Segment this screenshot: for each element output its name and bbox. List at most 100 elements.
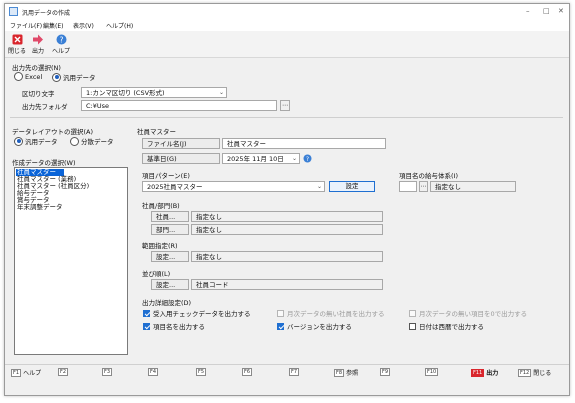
fkey-label: 参照 (346, 370, 359, 377)
fkey-label: ヘルプ (23, 370, 42, 377)
menu-view[interactable]: 表示(V) (73, 21, 94, 30)
folder-browse-button[interactable]: ⋯ (280, 100, 290, 111)
menu-edit[interactable]: 編集(E) (43, 21, 63, 30)
item-pattern-select[interactable]: 2025社員マスター ⌄ (142, 181, 325, 192)
checkbox[interactable] (277, 309, 284, 317)
help-tool-button[interactable]: ? ヘルプ (52, 34, 70, 55)
option-label: 月次データの無い社員を出力する (287, 310, 385, 318)
fkey-f1[interactable]: F1 ヘルプ (11, 368, 41, 377)
close-tool-button[interactable]: 閉じる (8, 34, 26, 55)
option-no-monthly-employee[interactable]: 月次データの無い社員を出力する (277, 308, 385, 318)
checkbox[interactable] (409, 309, 416, 317)
radio-layout-generic-label: 汎用データ (25, 138, 58, 146)
radio-generic[interactable]: 汎用データ (52, 72, 96, 82)
item-name-label: 項目名の給与体系(I) (399, 172, 458, 180)
fkey-f3[interactable]: F3 (102, 368, 113, 376)
delimiter-label: 区切り文字 (22, 90, 55, 98)
item-pattern-label: 項目パターン(E) (142, 172, 190, 180)
checkbox[interactable] (409, 322, 416, 330)
option-label: 月次データの無い項目を0で出力する (419, 310, 528, 318)
fkey-f4[interactable]: F4 (148, 368, 159, 376)
item-pattern-settings-button[interactable]: 設定 (329, 181, 375, 192)
layout-select-heading: データレイアウトの選択(A) (12, 128, 94, 136)
close-window-button[interactable]: ✕ (558, 7, 564, 15)
title-bar: 汎用データの作成 – □ ✕ (5, 4, 569, 20)
dept-value: 指定なし (191, 224, 383, 235)
fkey-key: F2 (58, 368, 69, 376)
fkey-f6[interactable]: F6 (242, 368, 253, 376)
fkey-key: F3 (102, 368, 113, 376)
radio-excel-label: Excel (25, 72, 43, 81)
item-name-browse-button[interactable]: ⋯ (419, 181, 428, 192)
delimiter-select[interactable]: 1:カンマ区切り (CSV形式) ⌄ (81, 87, 227, 98)
range-label: 範囲指定(R) (142, 242, 178, 250)
output-tool-button[interactable]: 出力 (29, 34, 47, 55)
fkey-key: F5 (196, 368, 207, 376)
fkey-f7[interactable]: F7 (289, 368, 300, 376)
filename-input[interactable]: 社員マスター (222, 138, 386, 149)
delimiter-value: 1:カンマ区切り (CSV形式) (86, 89, 165, 97)
fkey-key: F11 (471, 368, 485, 377)
toolbar: 閉じる 出力 ? ヘルプ (5, 31, 569, 58)
fkey-f5[interactable]: F5 (196, 368, 207, 376)
list-item[interactable]: 年末調整データ (17, 204, 63, 211)
data-list[interactable]: 社員マスター 社員マスター (業務) 社員マスター (社員区分) 給与データ 賞… (14, 167, 128, 355)
detail-label: 出力詳細設定(D) (142, 299, 192, 307)
item-name-value: 指定なし (430, 181, 516, 192)
svg-text:?: ? (59, 35, 63, 44)
checkbox[interactable] (277, 322, 284, 330)
window-title: 汎用データの作成 (22, 10, 71, 17)
radio-excel[interactable]: Excel (14, 72, 42, 81)
option-no-monthly-item[interactable]: 月次データの無い項目を0で出力する (409, 308, 527, 318)
date-input[interactable]: 2025年 11月 10日 ⌄ (222, 153, 300, 164)
sort-label: 並び順(L) (142, 270, 171, 278)
option-label: バージョンを出力する (287, 323, 352, 331)
option-check-data[interactable]: 受入用チェックデータを出力する (143, 308, 251, 318)
fkey-key: F4 (148, 368, 159, 376)
menu-file[interactable]: ファイル(F) (10, 21, 42, 30)
arrow-right-icon (33, 34, 43, 45)
folder-input[interactable]: C:¥Use (81, 100, 277, 111)
fkey-f12[interactable]: F12 閉じる (518, 368, 551, 377)
sort-button[interactable]: 設定... (151, 279, 189, 290)
fkey-key: F8 (334, 368, 345, 377)
fkey-f8[interactable]: F8 参照 (334, 368, 358, 377)
fkey-f2[interactable]: F2 (58, 368, 69, 376)
maximize-button[interactable]: □ (543, 7, 550, 15)
option-item-names[interactable]: 項目名を出力する (143, 321, 205, 331)
range-button[interactable]: 設定... (151, 251, 189, 262)
data-select-heading: 作成データの選択(W) (12, 159, 76, 167)
radio-generic-indicator[interactable] (52, 72, 61, 82)
fkey-key: F10 (425, 368, 439, 376)
option-version[interactable]: バージョンを出力する (277, 321, 352, 331)
option-label: 受入用チェックデータを出力する (153, 310, 251, 318)
fkey-key: F6 (242, 368, 253, 376)
chevron-down-icon: ⌄ (291, 155, 297, 162)
help-icon: ? (56, 34, 66, 45)
radio-layout-generic-indicator[interactable] (14, 136, 23, 146)
option-western-date[interactable]: 日付は西暦で出力する (409, 321, 484, 331)
radio-excel-indicator[interactable] (14, 72, 23, 81)
checkbox[interactable] (143, 309, 150, 317)
fkey-f10[interactable]: F10 (425, 368, 439, 376)
dept-button[interactable]: 部門... (151, 224, 189, 235)
date-value: 2025年 11月 10日 (227, 155, 284, 163)
divider (5, 364, 569, 365)
minimize-button[interactable]: – (526, 7, 530, 15)
employee-button[interactable]: 社員... (151, 211, 189, 222)
radio-layout-category-label: 分散データ (81, 138, 114, 146)
item-name-code-input[interactable] (399, 181, 417, 192)
radio-layout-category-indicator[interactable] (70, 136, 79, 146)
menu-help[interactable]: ヘルプ(H) (106, 21, 133, 30)
help-icon[interactable]: ? (303, 154, 312, 163)
checkbox[interactable] (143, 322, 150, 330)
fkey-key: F7 (289, 368, 300, 376)
radio-layout-generic[interactable]: 汎用データ (14, 136, 58, 146)
radio-layout-category[interactable]: 分散データ (70, 136, 114, 146)
radio-generic-label: 汎用データ (63, 74, 96, 82)
fkey-key: F9 (380, 368, 391, 376)
app-icon (9, 7, 18, 16)
fkey-f11[interactable]: F11 出力 (471, 368, 498, 377)
output-tool-label: 出力 (31, 48, 44, 55)
fkey-f9[interactable]: F9 (380, 368, 391, 376)
